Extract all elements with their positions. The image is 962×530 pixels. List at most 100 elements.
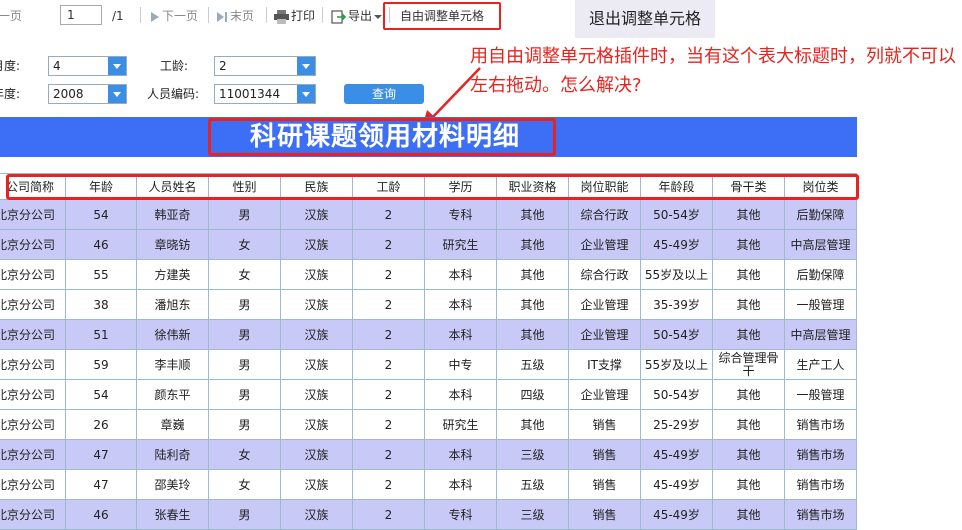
prev-page-button[interactable]: 上一页	[0, 6, 22, 26]
table-cell[interactable]: 男	[208, 409, 281, 440]
table-cell[interactable]: 其他	[712, 379, 785, 410]
table-cell[interactable]: 李丰顺	[136, 349, 209, 380]
table-cell[interactable]: 汉族	[280, 229, 353, 260]
table-cell[interactable]: 企业管理	[568, 229, 641, 260]
table-cell[interactable]: 中高层管理	[784, 229, 857, 260]
table-cell[interactable]: 50-54岁	[640, 319, 713, 350]
table-cell[interactable]: 本科	[424, 379, 497, 410]
table-cell[interactable]: 其他	[496, 319, 569, 350]
table-cell[interactable]: 邵美玲	[136, 469, 209, 500]
table-cell[interactable]: 北京分公司	[0, 199, 66, 230]
table-cell[interactable]: 北京分公司	[0, 259, 66, 290]
table-cell[interactable]: 45-49岁	[640, 469, 713, 500]
print-button[interactable]: 打印	[274, 6, 315, 26]
table-cell[interactable]: 销售市场	[784, 469, 857, 500]
table-cell[interactable]: 后勤保障	[784, 199, 857, 230]
table-cell[interactable]: 46	[65, 499, 137, 530]
table-cell[interactable]: 2	[352, 289, 425, 320]
table-cell[interactable]: 其他	[496, 259, 569, 290]
table-cell[interactable]: 生产工人	[784, 349, 857, 380]
table-cell[interactable]: 46	[65, 229, 137, 260]
table-cell[interactable]: 销售市场	[784, 439, 857, 470]
table-cell[interactable]: 颜东平	[136, 379, 209, 410]
table-cell[interactable]: 销售	[568, 469, 641, 500]
table-cell[interactable]: 综合管理骨干	[712, 349, 785, 380]
employee-code-select[interactable]: 11001344	[214, 84, 316, 104]
table-cell[interactable]: 男	[208, 379, 281, 410]
table-cell[interactable]: 本科	[424, 319, 497, 350]
table-cell[interactable]: 2	[352, 499, 425, 530]
table-cell[interactable]: 本科	[424, 469, 497, 500]
table-cell[interactable]: 其他	[712, 469, 785, 500]
table-cell[interactable]: 47	[65, 439, 137, 470]
table-cell[interactable]: 2	[352, 349, 425, 380]
table-cell[interactable]: 其他	[496, 229, 569, 260]
table-cell[interactable]: 2	[352, 439, 425, 470]
table-cell[interactable]: 张春生	[136, 499, 209, 530]
table-cell[interactable]: 2	[352, 469, 425, 500]
table-cell[interactable]: 汉族	[280, 349, 353, 380]
table-cell[interactable]: 汉族	[280, 499, 353, 530]
table-cell[interactable]: 方建英	[136, 259, 209, 290]
table-cell[interactable]: 汉族	[280, 409, 353, 440]
table-cell[interactable]: 一般管理	[784, 379, 857, 410]
table-cell[interactable]: 54	[65, 199, 137, 230]
table-cell[interactable]: 其他	[712, 439, 785, 470]
table-cell[interactable]: 综合行政	[568, 259, 641, 290]
table-cell[interactable]: 25-29岁	[640, 409, 713, 440]
table-cell[interactable]: 其他	[712, 289, 785, 320]
table-cell[interactable]: 2	[352, 259, 425, 290]
table-cell[interactable]: 北京分公司	[0, 349, 66, 380]
table-cell[interactable]: 45-49岁	[640, 499, 713, 530]
table-cell[interactable]: 企业管理	[568, 379, 641, 410]
table-cell[interactable]: 47	[65, 469, 137, 500]
table-cell[interactable]: 汉族	[280, 439, 353, 470]
table-cell[interactable]: 2	[352, 379, 425, 410]
table-cell[interactable]: 54	[65, 379, 137, 410]
table-cell[interactable]: 38	[65, 289, 137, 320]
table-cell[interactable]: 四级	[496, 379, 569, 410]
table-cell[interactable]: 销售市场	[784, 499, 857, 530]
table-cell[interactable]: 男	[208, 289, 281, 320]
table-cell[interactable]: 韩亚奇	[136, 199, 209, 230]
table-cell[interactable]: 北京分公司	[0, 439, 66, 470]
table-cell[interactable]: 陆利奇	[136, 439, 209, 470]
table-cell[interactable]: 59	[65, 349, 137, 380]
table-cell[interactable]: 本科	[424, 259, 497, 290]
table-cell[interactable]: 徐伟新	[136, 319, 209, 350]
table-cell[interactable]: 其他	[712, 259, 785, 290]
table-cell[interactable]: 潘旭东	[136, 289, 209, 320]
table-cell[interactable]: 三级	[496, 439, 569, 470]
table-cell[interactable]: 男	[208, 499, 281, 530]
table-cell[interactable]: 汉族	[280, 319, 353, 350]
table-cell[interactable]: 本科	[424, 289, 497, 320]
table-cell[interactable]: 一般管理	[784, 289, 857, 320]
table-cell[interactable]: 其他	[712, 199, 785, 230]
table-cell[interactable]: 2	[352, 229, 425, 260]
table-cell[interactable]: 北京分公司	[0, 379, 66, 410]
page-number-input[interactable]: 1	[60, 5, 102, 25]
table-cell[interactable]: 销售市场	[784, 409, 857, 440]
last-page-button[interactable]: 末页	[216, 6, 254, 26]
table-cell[interactable]: 35-39岁	[640, 289, 713, 320]
table-cell[interactable]: 2	[352, 319, 425, 350]
free-adjust-cells-button[interactable]: 自由调整单元格	[383, 2, 501, 30]
table-cell[interactable]: 章晓钫	[136, 229, 209, 260]
table-cell[interactable]: 汉族	[280, 199, 353, 230]
table-cell[interactable]: 其他	[712, 409, 785, 440]
query-button[interactable]: 查询	[344, 84, 424, 104]
table-cell[interactable]: 五级	[496, 349, 569, 380]
table-cell[interactable]: 2	[352, 199, 425, 230]
table-cell[interactable]: 销售	[568, 409, 641, 440]
table-cell[interactable]: 后勤保障	[784, 259, 857, 290]
table-cell[interactable]: 综合行政	[568, 199, 641, 230]
table-cell[interactable]: 男	[208, 319, 281, 350]
table-cell[interactable]: 50-54岁	[640, 199, 713, 230]
table-cell[interactable]: 研究生	[424, 409, 497, 440]
table-cell[interactable]: 女	[208, 229, 281, 260]
next-page-button[interactable]: 下一页	[150, 6, 198, 26]
table-cell[interactable]: 北京分公司	[0, 229, 66, 260]
table-cell[interactable]: 章巍	[136, 409, 209, 440]
table-cell[interactable]: 企业管理	[568, 319, 641, 350]
table-cell[interactable]: 45-49岁	[640, 439, 713, 470]
